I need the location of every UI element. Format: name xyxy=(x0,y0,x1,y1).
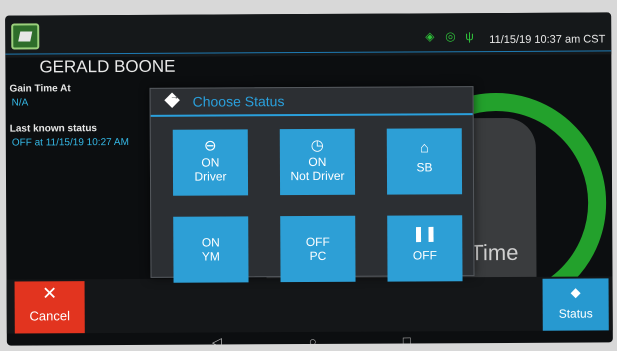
choose-status-dialog: Choose Status ⊖ ON Driver ◷ ON Not Drive… xyxy=(149,86,475,283)
last-status-value: OFF at 11/15/19 10:27 AM xyxy=(11,136,129,149)
cancel-button[interactable]: ✕ Cancel xyxy=(14,281,85,334)
option-line1: ON xyxy=(201,235,220,250)
gauge-label: Time xyxy=(470,239,519,266)
plug-icon: ψ xyxy=(465,29,474,44)
steering-wheel-icon: ⊖ xyxy=(203,137,217,155)
gain-time-label: Gain Time At xyxy=(9,83,71,95)
status-label: Status xyxy=(558,306,593,321)
status-button[interactable]: ◆ Status xyxy=(542,278,609,331)
cancel-label: Cancel xyxy=(29,308,70,324)
option-line2: OFF xyxy=(412,248,437,263)
pause-icon: ❚❚ xyxy=(412,225,438,243)
status-on-driver-button[interactable]: ⊖ ON Driver xyxy=(172,129,249,196)
gain-time-value: N/A xyxy=(11,97,29,109)
home-icon[interactable]: ○ xyxy=(309,334,317,346)
option-line2: SB xyxy=(416,160,433,175)
dialog-header: Choose Status xyxy=(150,87,473,117)
option-line2: Driver xyxy=(194,169,227,184)
gps-icon: ◈ xyxy=(425,29,435,44)
option-line1: ON xyxy=(308,154,327,170)
option-line2: YM xyxy=(201,249,220,264)
status-off-pc-button[interactable]: OFF PC xyxy=(280,215,356,283)
driver-name: GERALD BOONE xyxy=(39,56,176,77)
recents-icon[interactable]: □ xyxy=(403,333,411,345)
bottom-bar xyxy=(6,276,613,334)
back-icon[interactable]: ◁ xyxy=(212,334,222,345)
status-on-not-driver-button[interactable]: ◷ ON Not Driver xyxy=(279,128,356,196)
dialog-title: Choose Status xyxy=(192,93,285,110)
close-icon: ✕ xyxy=(41,283,58,304)
status-on-ym-button[interactable]: ON YM xyxy=(173,216,249,283)
status-sb-button[interactable]: ⌂ SB xyxy=(386,128,463,195)
option-line1: OFF xyxy=(305,234,330,250)
app-logo-icon xyxy=(11,23,40,50)
sleeper-icon: ⌂ xyxy=(419,139,429,157)
direction-icon: ◆ xyxy=(570,284,581,300)
tablet-screen: ◈ ◎ ψ 11/15/19 10:37 am CST GERALD BOONE… xyxy=(5,12,613,346)
direction-icon xyxy=(164,92,180,108)
option-line2: Not Driver xyxy=(290,168,345,184)
option-line2: PC xyxy=(309,248,327,263)
last-status-label: Last known status xyxy=(9,123,98,135)
signal-icon: ◎ xyxy=(445,29,456,44)
clock-icon: ◷ xyxy=(310,136,324,154)
datetime: 11/15/19 10:37 am CST xyxy=(489,33,606,47)
status-off-button[interactable]: ❚❚ OFF xyxy=(387,215,463,282)
option-line1: ON xyxy=(201,155,220,170)
